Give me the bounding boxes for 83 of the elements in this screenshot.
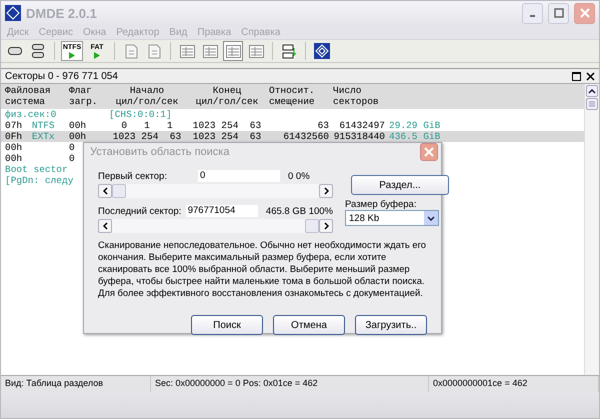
- window-title: DMDE 2.0.1: [26, 6, 98, 20]
- maximize-button[interactable]: [548, 2, 569, 24]
- table-cell-text: 1023 254 63: [192, 120, 262, 131]
- scroll-right-button[interactable]: [319, 184, 333, 198]
- close-button[interactable]: [420, 143, 438, 161]
- table-cell-text: Boot sector: [4, 164, 68, 175]
- column-header: Начало: [128, 85, 166, 96]
- column-header: Конец: [212, 85, 242, 96]
- logo-icon: [5, 5, 21, 21]
- dialog-button[interactable]: Загрузить..: [355, 315, 427, 335]
- field-label: Последний сектор:: [98, 206, 182, 216]
- drives-icon: [32, 44, 44, 58]
- table-cell-text: 0: [68, 153, 76, 164]
- dialog-button[interactable]: Отмена: [273, 315, 345, 335]
- panel-title: Секторы 0 - 976 771 054: [5, 70, 119, 82]
- scroll-thumb[interactable]: [112, 184, 126, 198]
- logo-icon: [314, 43, 330, 59]
- table-row[interactable]: 0Fh EXTx 00h 1023 254 63 1023 254 63 61432560 915318440 436.5 GiB: [1, 131, 584, 142]
- table-cell-text: 0Fh EXTx: [4, 131, 56, 142]
- table-cell-text: 436.5 GiB: [388, 131, 442, 142]
- field-reading: 0 0%: [288, 170, 310, 182]
- column-header: цил/гол/сек: [114, 96, 180, 107]
- field-label: Первый сектор:: [98, 170, 168, 182]
- column-header: Число: [332, 85, 363, 96]
- close-icon: [424, 147, 434, 157]
- table-cell-text: 00h: [68, 120, 88, 131]
- scroll-right-button[interactable]: [319, 219, 333, 233]
- table-cell-text: [PgDn: следу: [4, 175, 74, 186]
- dialog-title: Установить область поиска: [90, 146, 230, 158]
- table-cell-text: 0 1 1: [120, 120, 174, 131]
- scroll-left-button[interactable]: [98, 184, 112, 198]
- maximize-icon: [554, 8, 564, 18]
- table-cell-text: 915318440: [332, 131, 385, 142]
- column-header: Файловая: [4, 85, 52, 96]
- column-header: секторов: [332, 96, 380, 107]
- table-cell-text: 61432497: [338, 120, 385, 131]
- page-icon: [124, 44, 138, 58]
- close-icon: [580, 8, 590, 18]
- input-field[interactable]: 976771054: [186, 205, 258, 217]
- table-cell-text: [CHS:0:0:1]: [108, 109, 173, 120]
- table-cell-text: 1023 254 63: [192, 131, 262, 142]
- play-icon: [69, 52, 75, 58]
- scroll-up-button[interactable]: [586, 85, 598, 97]
- toolbar-button[interactable]: [312, 41, 332, 61]
- grid-view-icon: [226, 44, 240, 58]
- scroll-thumb[interactable]: [586, 98, 598, 110]
- maximize-icon[interactable]: [572, 72, 581, 80]
- grip-icon: [589, 101, 595, 107]
- buffer-dropdown[interactable]: 128 Kb: [345, 210, 439, 226]
- scroll-left-button[interactable]: [98, 219, 112, 233]
- column-header: загр.: [68, 96, 99, 107]
- grid-view-icon: [180, 44, 194, 58]
- drive-icon: [8, 47, 22, 55]
- table-cell-text: 07h NTFS: [4, 120, 56, 131]
- input-field[interactable]: 0: [198, 170, 280, 182]
- table-cell-text: 1023 254 63: [112, 131, 182, 142]
- table-cell-text: 29.29 GiB: [388, 120, 442, 131]
- table-cell-text: 00h: [4, 153, 24, 164]
- table-row[interactable]: 07h NTFS 00h 0 1 1 1023 254 63 63 61432497 29.29 GiB: [1, 120, 584, 131]
- field-reading: 465.8 GB 100%: [266, 206, 333, 216]
- column-header: цил/гол/сек: [194, 96, 260, 107]
- list-arrow-icon: [282, 44, 296, 58]
- close-icon[interactable]: [586, 72, 595, 80]
- table-cell-text: 63: [316, 120, 329, 131]
- partition-button[interactable]: Раздел...: [351, 175, 449, 195]
- caret-icon: [427, 216, 435, 220]
- info-text: Сканирование непоследовательное. Обычно нет необходимости ждать его окончания. Выберите максимальный размер буфера, если хотите сканировать все 100% выбранной области. Выберите меньший размер буфера, чтобы быстрее найти маленькие тома в большой области поиска. Для более эффективного восстановления ознакомьтесь с документацией.: [98, 239, 428, 299]
- table-cell-text: 61432560: [282, 131, 329, 142]
- table-cell-text: 00h: [4, 142, 24, 153]
- column-header: система: [4, 96, 46, 107]
- table-cell-text: физ.сек:0: [4, 109, 58, 120]
- page-icon: [148, 44, 160, 58]
- buffer-label: Размер буфера:: [345, 199, 418, 210]
- play-icon: [94, 52, 100, 58]
- column-header: смещение: [268, 96, 316, 107]
- scroll-thumb[interactable]: [305, 219, 319, 233]
- column-header: Относит.: [268, 85, 316, 96]
- dialog-button[interactable]: Поиск: [191, 315, 263, 335]
- grid-view-icon: [248, 44, 264, 58]
- grid-view-icon: [202, 44, 218, 58]
- table-cell-text: 00h: [68, 131, 88, 142]
- minimize-button[interactable]: [522, 2, 543, 24]
- column-header: Флаг: [68, 85, 93, 96]
